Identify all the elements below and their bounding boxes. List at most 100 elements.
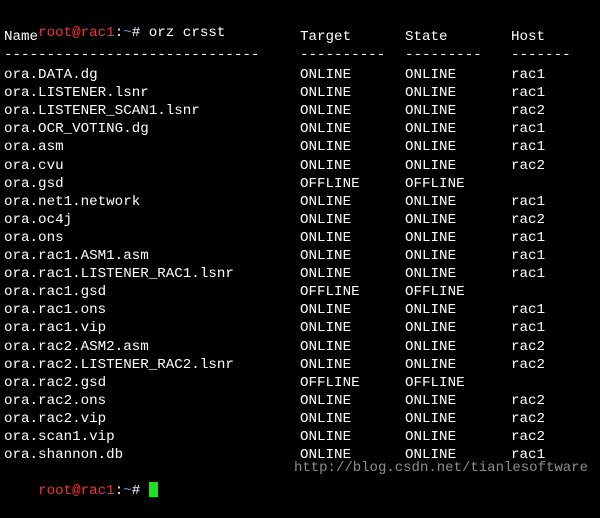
resource-target: ONLINE xyxy=(300,67,352,83)
prompt-user-host: root@rac1 xyxy=(38,483,115,499)
resource-name: ora.rac2.vip xyxy=(4,410,107,427)
separator-state: --------- xyxy=(405,47,482,63)
resource-state: ONLINE xyxy=(405,211,457,228)
resource-state: ONLINE xyxy=(405,121,457,138)
resource-target: ONLINE xyxy=(300,338,352,355)
resource-name: ora.ons xyxy=(4,229,64,246)
resource-target: ONLINE xyxy=(300,356,352,373)
resource-state: ONLINE xyxy=(405,193,457,210)
prompt-colon: : xyxy=(114,25,124,41)
resource-state: ONLINE xyxy=(405,85,457,102)
header-name: Name xyxy=(4,29,39,45)
resource-name: ora.rac2.ons xyxy=(4,392,107,409)
resource-target: ONLINE xyxy=(300,121,352,138)
resource-host: rac2 xyxy=(511,356,546,373)
terminal-window[interactable]: root@rac1:~# orz crsst Name Target State… xyxy=(0,0,600,499)
header-state: State xyxy=(405,29,448,45)
resource-state: ONLINE xyxy=(405,356,457,373)
resource-host: rac2 xyxy=(511,410,546,427)
resource-target: ONLINE xyxy=(300,103,352,120)
resource-state: ONLINE xyxy=(405,302,457,319)
resource-name: ora.rac1.ons xyxy=(4,302,107,319)
resource-state: ONLINE xyxy=(405,410,457,427)
resource-name: ora.rac1.LISTENER_RAC1.lsnr xyxy=(4,266,234,283)
resource-host: rac2 xyxy=(511,338,546,355)
resource-name: ora.OCR_VOTING.dg xyxy=(4,121,149,138)
resource-host: rac1 xyxy=(511,320,546,337)
resource-host: rac2 xyxy=(511,103,546,120)
separator-target: ---------- xyxy=(300,47,386,63)
resource-state: ONLINE xyxy=(405,429,457,445)
table-separator: ------------------------------ ---------… xyxy=(4,46,571,64)
resource-state: ONLINE xyxy=(405,320,457,337)
prompt-colon: : xyxy=(114,483,124,499)
resource-host: rac1 xyxy=(511,302,546,319)
resource-name: ora.LISTENER.lsnr xyxy=(4,85,149,102)
resource-target: ONLINE xyxy=(300,392,352,409)
resource-host: rac1 xyxy=(511,67,546,83)
prompt-path: ~ xyxy=(123,483,132,499)
resource-target: ONLINE xyxy=(300,229,352,246)
resource-host: rac1 xyxy=(511,266,546,283)
resource-state: ONLINE xyxy=(405,248,457,264)
resource-target: OFFLINE xyxy=(300,284,360,301)
command-text: orz crsst xyxy=(148,25,226,41)
resource-state: ONLINE xyxy=(405,229,457,246)
resource-name: ora.shannon.db xyxy=(4,447,124,464)
command-prompt-line-current[interactable]: root@rac1:~# xyxy=(4,464,158,499)
resource-host: rac1 xyxy=(511,121,546,138)
resource-name: ora.scan1.vip xyxy=(4,429,115,445)
resource-target: ONLINE xyxy=(300,85,352,102)
resource-name: ora.rac2.gsd xyxy=(4,374,107,391)
resource-host: rac1 xyxy=(511,248,546,264)
prompt-path: ~ xyxy=(123,25,132,41)
watermark-url: http://blog.csdn.net/tianlesoftware xyxy=(293,460,588,476)
resource-state: ONLINE xyxy=(405,67,457,83)
resource-host: rac2 xyxy=(511,392,546,409)
resource-target: OFFLINE xyxy=(300,175,360,192)
resource-state: ONLINE xyxy=(405,103,457,120)
resource-host: rac1 xyxy=(511,139,546,156)
resource-state: OFFLINE xyxy=(405,374,465,391)
resource-state: ONLINE xyxy=(405,392,457,409)
resource-state: OFFLINE xyxy=(405,175,465,192)
resource-target: ONLINE xyxy=(300,157,352,174)
prompt-symbol: # xyxy=(131,483,149,499)
separator-name: ------------------------------ xyxy=(4,47,260,63)
resource-target: ONLINE xyxy=(300,248,352,264)
prompt-user-host: root@rac1 xyxy=(38,25,115,41)
resource-name: ora.rac1.vip xyxy=(4,320,107,337)
header-target: Target xyxy=(300,29,352,45)
resource-name: ora.asm xyxy=(4,139,64,156)
resource-name: ora.gsd xyxy=(4,175,64,192)
resource-host: rac1 xyxy=(511,229,546,246)
resource-state: OFFLINE xyxy=(405,284,465,301)
resource-host: rac1 xyxy=(511,193,546,210)
resource-host: rac1 xyxy=(511,85,546,102)
separator-host: ------- xyxy=(511,47,571,63)
command-prompt-line: root@rac1:~# orz crsst xyxy=(4,6,225,41)
resource-target: OFFLINE xyxy=(300,374,360,391)
resource-name: ora.LISTENER_SCAN1.lsnr xyxy=(4,103,200,120)
resource-target: ONLINE xyxy=(300,320,352,337)
resource-state: ONLINE xyxy=(405,338,457,355)
resource-target: ONLINE xyxy=(300,139,352,156)
resource-host: rac2 xyxy=(511,157,546,174)
resource-state: ONLINE xyxy=(405,157,457,174)
resource-target: ONLINE xyxy=(300,211,352,228)
table-header: Name Target State Host xyxy=(4,28,545,46)
header-host: Host xyxy=(511,29,546,45)
resource-name: ora.oc4j xyxy=(4,211,73,228)
resource-target: ONLINE xyxy=(300,302,352,319)
resource-target: ONLINE xyxy=(300,429,352,445)
resource-name: ora.rac1.ASM1.asm xyxy=(4,248,149,264)
resource-state: ONLINE xyxy=(405,266,457,283)
resource-name: ora.cvu xyxy=(4,157,64,174)
resource-host: rac2 xyxy=(511,211,546,228)
resource-name: ora.rac2.ASM2.asm xyxy=(4,338,149,355)
resource-target: ONLINE xyxy=(300,266,352,283)
resource-name: ora.rac2.LISTENER_RAC2.lsnr xyxy=(4,356,234,373)
resource-name: ora.net1.network xyxy=(4,193,141,210)
prompt-symbol: # xyxy=(131,25,149,41)
resource-name: ora.DATA.dg xyxy=(4,67,98,83)
